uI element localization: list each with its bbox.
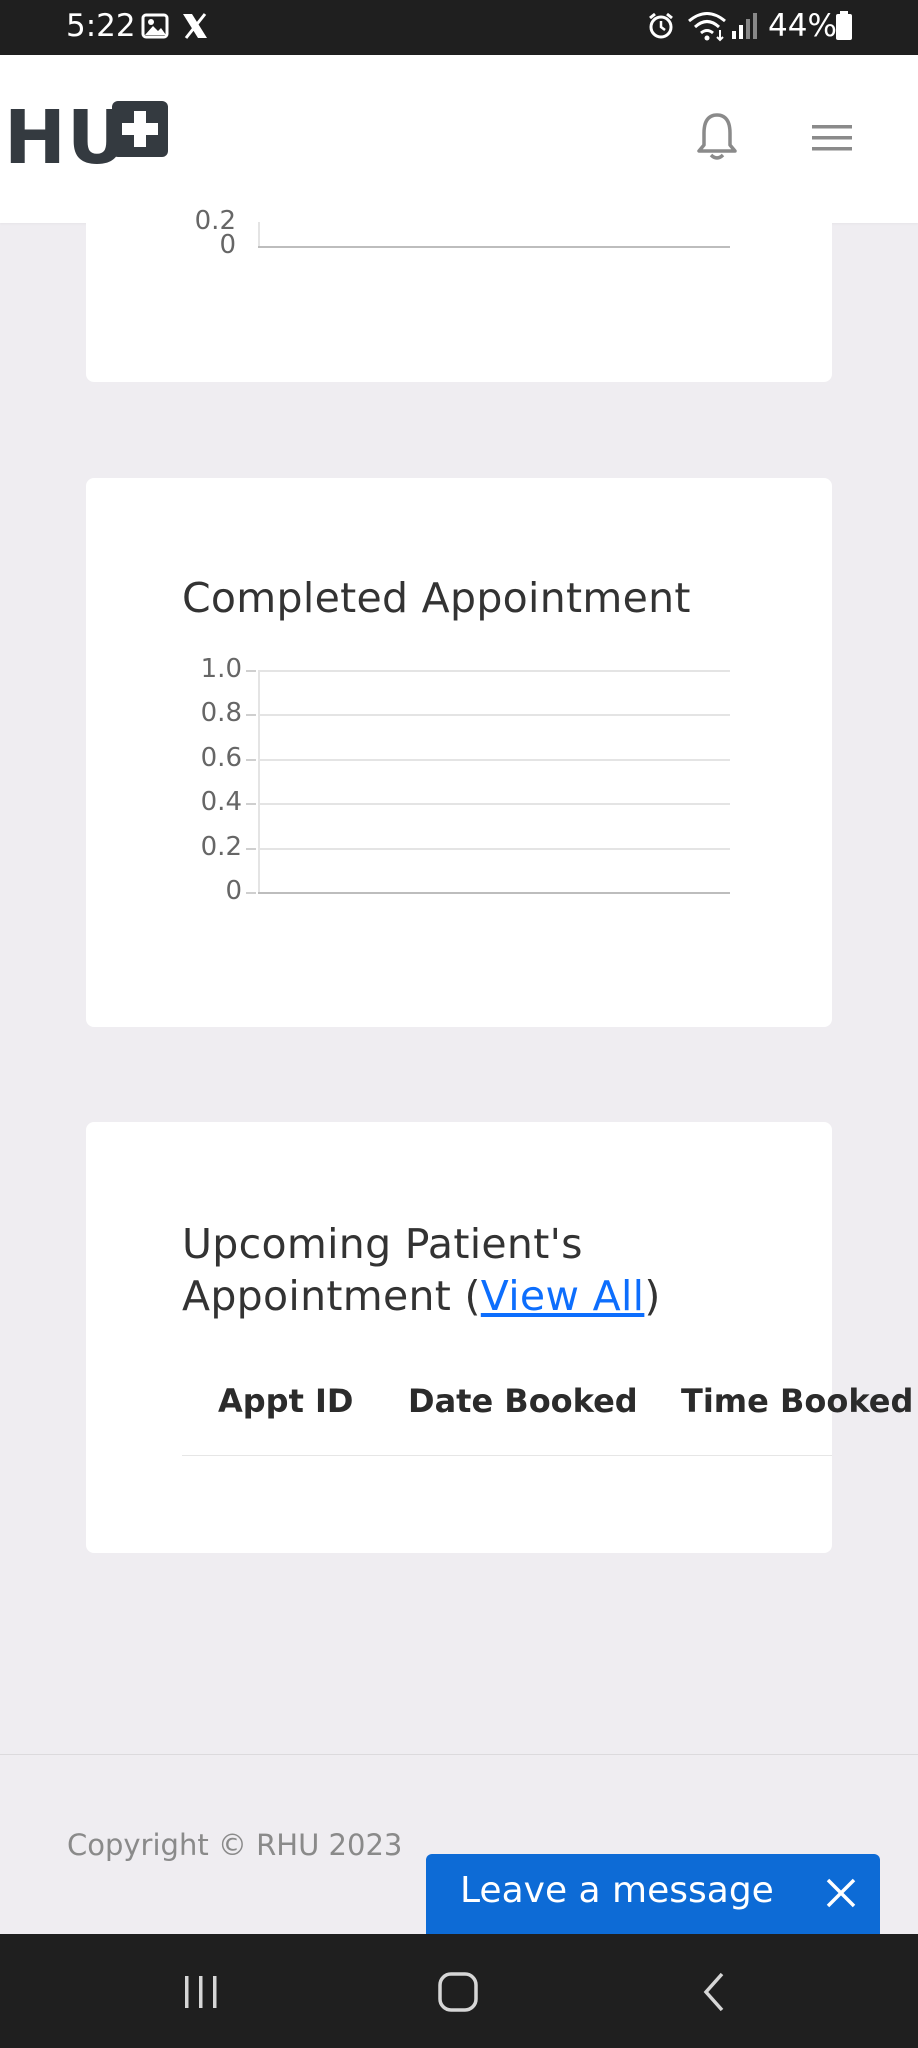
top-navbar: HU xyxy=(0,55,918,223)
y-tick-label: 0.8 xyxy=(200,698,242,729)
status-bar: 5:22 44% xyxy=(0,0,918,55)
gridline xyxy=(258,758,730,761)
card-title: Completed Appointment xyxy=(182,574,691,622)
hamburger-menu-icon[interactable] xyxy=(810,123,854,153)
y-tick-label: 0.4 xyxy=(200,787,242,818)
leave-message-widget[interactable]: Leave a message xyxy=(426,1854,880,1936)
gridline xyxy=(258,847,730,850)
gridline xyxy=(258,670,730,672)
table-header-divider xyxy=(182,1455,832,1456)
x-axis-line xyxy=(258,246,730,248)
gridline xyxy=(258,714,730,717)
x-axis-line xyxy=(258,892,730,894)
y-tick-mark xyxy=(246,758,256,761)
gallery-icon xyxy=(141,13,169,39)
gridline xyxy=(258,803,730,806)
tick-label: 0 xyxy=(219,230,236,260)
column-header-time-booked[interactable]: Time Booked xyxy=(681,1382,913,1420)
column-header-date-booked[interactable]: Date Booked xyxy=(408,1382,638,1420)
y-tick-mark xyxy=(246,714,256,717)
title-line2-suffix: ) xyxy=(644,1272,661,1320)
column-header-appt-id[interactable]: Appt ID xyxy=(218,1382,353,1420)
y-tick-mark xyxy=(246,670,256,672)
system-navigation-bar xyxy=(0,1934,918,2048)
title-line2-prefix: Appointment ( xyxy=(182,1272,481,1320)
close-icon[interactable] xyxy=(824,1876,858,1910)
y-tick-label: 0 xyxy=(225,876,242,906)
chart-card-partial: 0.2 0 xyxy=(86,206,832,382)
y-axis-line xyxy=(258,670,260,892)
status-time: 5:22 xyxy=(66,8,136,44)
battery-level: 44% xyxy=(768,8,837,44)
bell-icon[interactable] xyxy=(694,111,740,163)
y-tick-mark xyxy=(246,892,256,894)
copyright-text: Copyright © RHU 2023 xyxy=(67,1828,403,1862)
card-title: Upcoming Patient's Appointment (View All… xyxy=(182,1218,661,1322)
y-tick-mark xyxy=(246,847,256,850)
y-axis-line xyxy=(258,222,260,248)
medical-cross-logo-icon xyxy=(112,101,168,157)
recent-apps-icon[interactable] xyxy=(177,1968,225,2016)
x-app-icon xyxy=(183,13,207,39)
upcoming-appointments-card: Upcoming Patient's Appointment (View All… xyxy=(86,1122,832,1553)
battery-icon xyxy=(836,11,852,40)
signal-icon xyxy=(732,13,757,39)
leave-message-label[interactable]: Leave a message xyxy=(460,1870,774,1911)
back-icon[interactable] xyxy=(692,1968,740,2016)
title-line1: Upcoming Patient's xyxy=(182,1220,583,1268)
y-tick-label: 0.6 xyxy=(200,742,242,773)
alarm-icon xyxy=(649,12,673,39)
footer-divider xyxy=(0,1754,918,1755)
y-tick-label: 0.2 xyxy=(200,831,242,862)
y-tick-mark xyxy=(246,803,256,806)
wifi-icon xyxy=(688,12,726,42)
home-icon[interactable] xyxy=(434,1968,482,2016)
y-tick-label: 1.0 xyxy=(200,654,242,684)
completed-appointment-card: Completed Appointment 1.0 0.8 0.6 0.4 0.2 0 xyxy=(86,478,832,1027)
view-all-link[interactable]: View All xyxy=(481,1272,645,1320)
logo-text: HU xyxy=(4,95,129,181)
